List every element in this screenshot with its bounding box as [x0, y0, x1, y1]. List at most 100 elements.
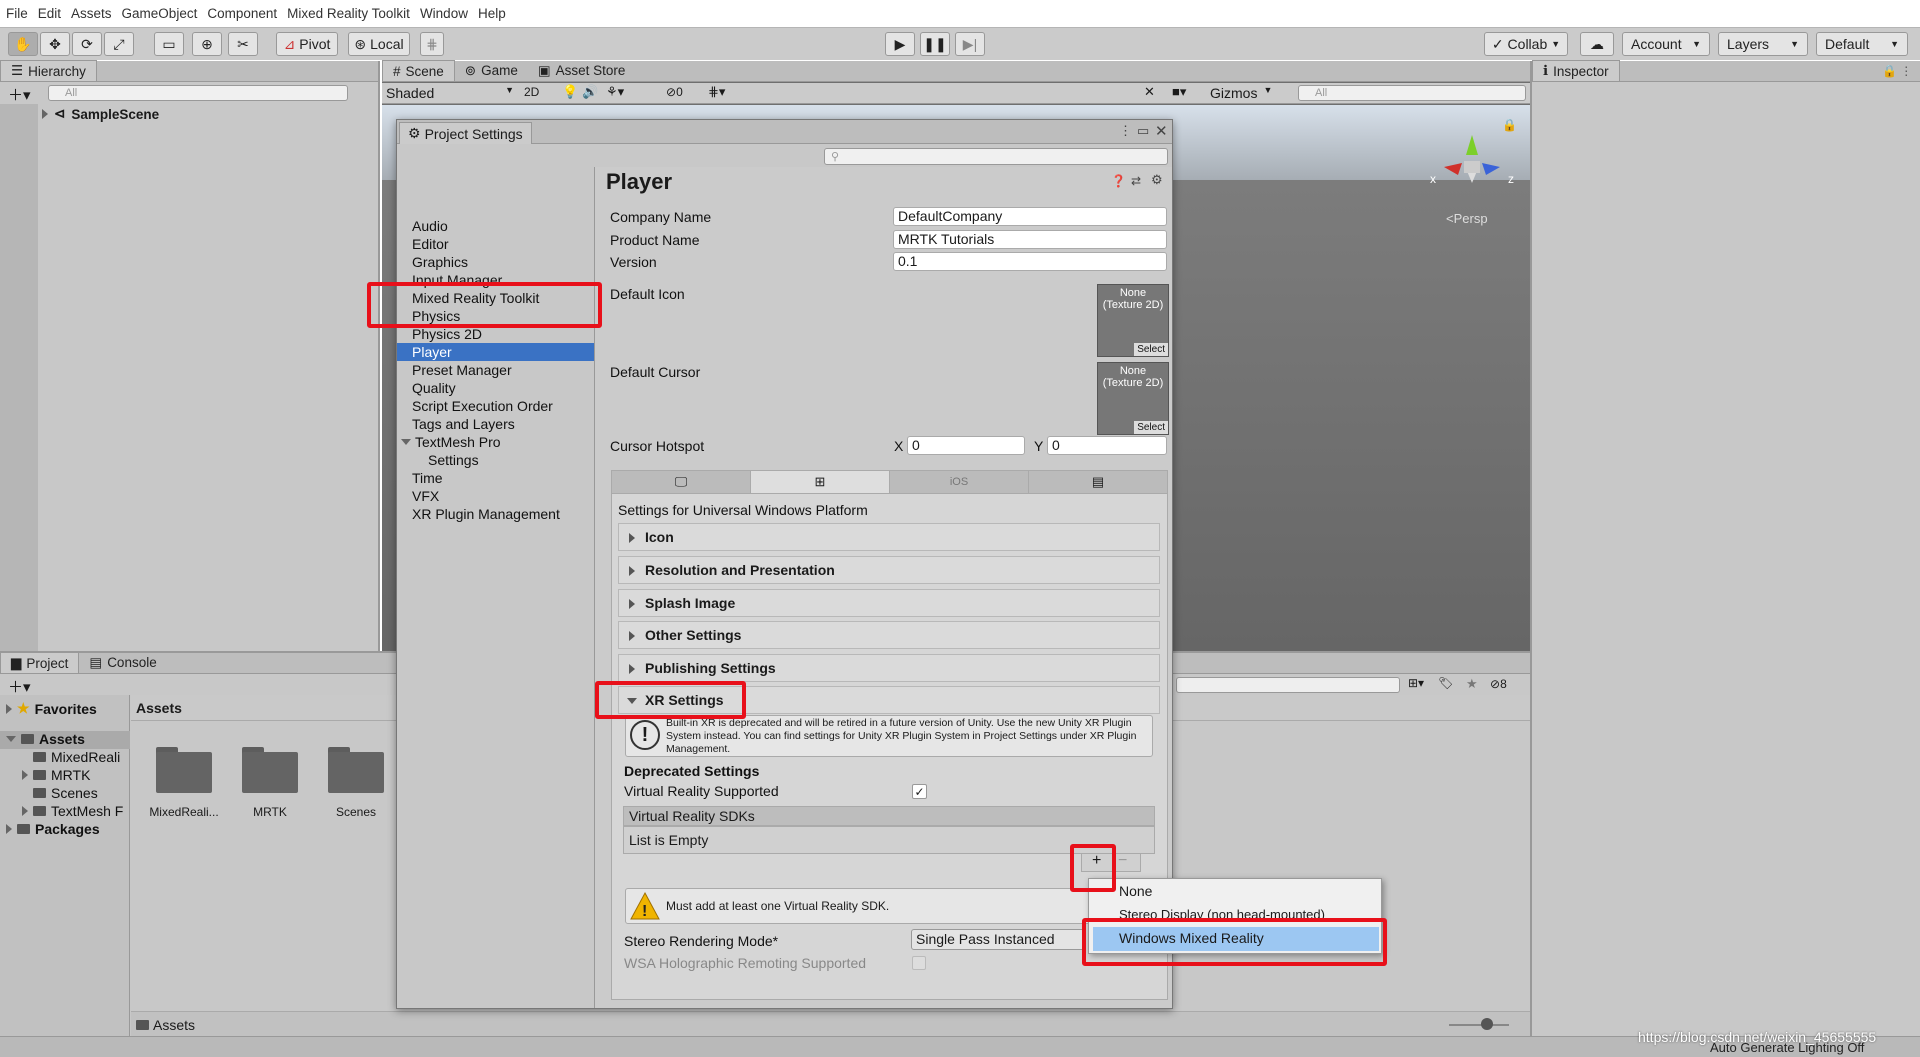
section-resolution[interactable]: Resolution and Presentation: [618, 556, 1160, 584]
snap-icon[interactable]: ⋕: [420, 32, 444, 56]
wsa-remoting-checkbox[interactable]: [912, 956, 926, 970]
audio-icon[interactable]: 🔊: [582, 84, 598, 100]
ios-tab[interactable]: iOS: [890, 471, 1029, 493]
menu-window[interactable]: Window: [420, 6, 468, 21]
tools-icon[interactable]: ✕: [1144, 84, 1155, 100]
scene-search-input[interactable]: All: [1298, 85, 1526, 101]
gizmos-dropdown[interactable]: Gizmos ▼: [1210, 85, 1272, 101]
star-filter-icon[interactable]: ★: [1466, 676, 1478, 692]
effects-icon[interactable]: ⚘▾: [606, 84, 624, 100]
menu-component[interactable]: Component: [207, 6, 277, 21]
cloud-icon[interactable]: ☁: [1580, 32, 1614, 56]
zoom-slider-thumb[interactable]: [1481, 1018, 1493, 1030]
cursor-select-button[interactable]: Select: [1134, 421, 1168, 434]
tab-console[interactable]: ▤ Console: [79, 652, 166, 673]
filter-type-icon[interactable]: ⊞▾: [1408, 676, 1424, 690]
tree-folder-textmesh[interactable]: TextMesh F: [22, 803, 123, 819]
stereo-mode-dropdown[interactable]: Single Pass Instanced: [911, 929, 1086, 950]
menu-assets[interactable]: Assets: [71, 6, 112, 21]
settings-search-input[interactable]: ⚲: [824, 148, 1168, 165]
play-button[interactable]: ▶: [885, 32, 915, 56]
category-vfx[interactable]: VFX: [412, 487, 439, 505]
custom-tool-icon[interactable]: ✂: [228, 32, 258, 56]
project-search-input[interactable]: [1176, 677, 1400, 693]
section-splash[interactable]: Splash Image: [618, 589, 1160, 617]
section-icon[interactable]: Icon: [618, 523, 1160, 551]
hidden-objects-toggle[interactable]: ⊘0: [666, 85, 683, 99]
category-textmesh-settings[interactable]: Settings: [428, 451, 479, 469]
rotate-tool-icon[interactable]: ⟳: [72, 32, 102, 56]
menu-mrtk[interactable]: Mixed Reality Toolkit: [287, 6, 410, 21]
transform-tool-icon[interactable]: ⊕: [192, 32, 222, 56]
hand-tool-icon[interactable]: ✋: [8, 32, 38, 56]
version-field[interactable]: 0.1: [893, 252, 1167, 271]
vr-supported-checkbox[interactable]: ✓: [912, 784, 927, 799]
tab-hierarchy[interactable]: ☰ Hierarchy: [0, 60, 97, 81]
pause-button[interactable]: ❚❚: [920, 32, 950, 56]
layers-dropdown[interactable]: Layers ▼: [1718, 32, 1808, 56]
folder-scenes-icon[interactable]: [328, 747, 384, 793]
move-tool-icon[interactable]: ✥: [40, 32, 70, 56]
scene-root[interactable]: ⊲ SampleScene: [42, 106, 159, 122]
breadcrumb[interactable]: Assets: [136, 1017, 195, 1033]
orientation-gizmo-icon[interactable]: [1422, 123, 1522, 213]
tab-scene[interactable]: # Scene: [382, 60, 455, 81]
settings-tab[interactable]: ⚙ Project Settings: [399, 122, 532, 144]
category-audio[interactable]: Audio: [412, 217, 448, 235]
remove-icon[interactable]: −: [1118, 852, 1127, 870]
maximize-icon[interactable]: ▭: [1137, 123, 1149, 139]
window-menu-icon[interactable]: ⋮: [1119, 123, 1132, 139]
gear-icon[interactable]: ⚙: [1151, 172, 1163, 188]
tree-folder-mixedreality[interactable]: MixedReali: [22, 749, 120, 765]
default-icon-slot[interactable]: None (Texture 2D) Select: [1097, 284, 1169, 357]
menu-edit[interactable]: Edit: [38, 6, 61, 21]
product-name-field[interactable]: MRTK Tutorials: [893, 230, 1167, 249]
hidden-packages-toggle[interactable]: ⊘8: [1490, 677, 1507, 691]
help-icon[interactable]: ❓: [1111, 174, 1126, 188]
hotspot-x-field[interactable]: 0: [907, 436, 1025, 455]
folder-mixedreality-icon[interactable]: [156, 747, 212, 793]
menu-file[interactable]: File: [6, 6, 28, 21]
add-icon[interactable]: ＋▾: [8, 84, 31, 105]
lock-icon[interactable]: 🔒 ⋮: [1882, 64, 1912, 78]
label-icon[interactable]: 🏷: [1438, 676, 1453, 690]
company-name-field[interactable]: DefaultCompany: [893, 207, 1167, 226]
section-other[interactable]: Other Settings: [618, 621, 1160, 649]
category-quality[interactable]: Quality: [412, 379, 456, 397]
2d-toggle[interactable]: 2D: [524, 85, 539, 99]
hierarchy-search-input[interactable]: All: [48, 85, 348, 101]
tree-folder-mrtk[interactable]: MRTK: [22, 767, 90, 783]
camera-icon[interactable]: ■▾: [1172, 84, 1186, 100]
folder-mrtk-icon[interactable]: [242, 747, 298, 793]
collab-button[interactable]: ✓ Collab ▼: [1484, 32, 1568, 56]
dropdown-item-none[interactable]: None: [1119, 883, 1152, 899]
presets-icon[interactable]: ⇄: [1131, 174, 1141, 188]
category-preset-manager[interactable]: Preset Manager: [412, 361, 512, 379]
lock-icon[interactable]: 🔒: [1502, 118, 1517, 132]
account-dropdown[interactable]: Account ▼: [1622, 32, 1710, 56]
pivot-button[interactable]: ⊿ Pivot: [276, 32, 338, 56]
scale-tool-icon[interactable]: ⤢: [104, 32, 134, 56]
tab-game[interactable]: ⊚ Game: [455, 60, 528, 81]
layout-dropdown[interactable]: Default ▼: [1816, 32, 1908, 56]
expand-arrow-icon[interactable]: [42, 109, 48, 119]
category-script-execution-order[interactable]: Script Execution Order: [412, 397, 553, 415]
menu-help[interactable]: Help: [478, 6, 506, 21]
local-button[interactable]: ⊛ Local: [348, 32, 410, 56]
rect-tool-icon[interactable]: ▭: [154, 32, 184, 56]
add-icon[interactable]: ＋▾: [8, 676, 31, 697]
packages-item[interactable]: Packages: [6, 821, 100, 837]
tab-asset-store[interactable]: ▣ Asset Store: [528, 60, 636, 81]
favorites-item[interactable]: ★ Favorites: [6, 700, 97, 717]
menu-gameobject[interactable]: GameObject: [122, 6, 198, 21]
category-textmesh-pro[interactable]: TextMesh Pro: [401, 433, 501, 451]
category-tags-and-layers[interactable]: Tags and Layers: [412, 415, 515, 433]
section-publishing[interactable]: Publishing Settings: [618, 654, 1160, 682]
step-button[interactable]: ▶|: [955, 32, 985, 56]
icon-select-button[interactable]: Select: [1134, 343, 1168, 356]
default-cursor-slot[interactable]: None (Texture 2D) Select: [1097, 362, 1169, 435]
standalone-tab[interactable]: 🖵: [612, 471, 751, 493]
tab-project[interactable]: ▆ Project: [0, 652, 80, 673]
category-editor[interactable]: Editor: [412, 235, 449, 253]
grid-snap-icon[interactable]: ⋕▾: [708, 84, 725, 100]
